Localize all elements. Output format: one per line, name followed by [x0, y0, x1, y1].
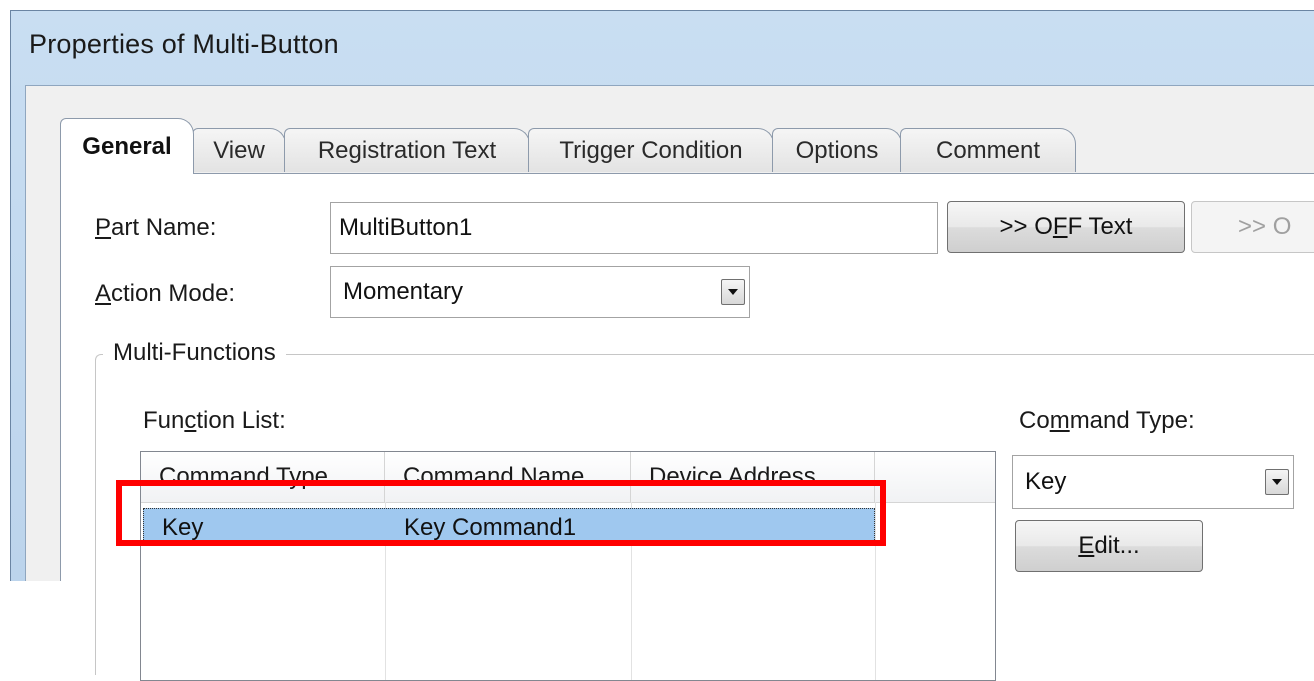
column-header-command-type[interactable]: Command Type [141, 452, 385, 502]
table-row[interactable]: Key Key Command1 [143, 508, 875, 546]
function-list[interactable]: Command Type Command Name Device Address… [140, 451, 996, 681]
dialog-title: Properties of Multi-Button [29, 29, 339, 59]
chevron-down-icon [1272, 479, 1282, 485]
chevron-down-icon [728, 289, 738, 295]
general-tab-panel: Part Name: MultiButton1 >> OFF Text >> O… [60, 173, 1314, 681]
action-mode-label: Action Mode: [95, 280, 236, 307]
command-type-value: Key [1025, 468, 1067, 495]
tab-view[interactable]: View [192, 128, 286, 172]
tab-registration-text[interactable]: Registration Text [284, 128, 530, 172]
part-name-label: Part Name: [95, 214, 217, 241]
cell-command-type: Key [162, 514, 204, 541]
action-mode-value: Momentary [343, 278, 464, 305]
properties-dialog: Properties of Multi-Button General View … [10, 10, 1314, 681]
action-mode-dropdown[interactable]: Momentary [330, 266, 750, 318]
dialog-client-area: General View Registration Text Trigger C… [25, 85, 1314, 681]
command-type-dropdown[interactable]: Key [1012, 455, 1294, 509]
tab-trigger-condition[interactable]: Trigger Condition [528, 128, 774, 172]
function-list-header: Command Type Command Name Device Address [141, 452, 995, 503]
command-type-label: Command Type: [1019, 407, 1195, 434]
column-header-device-address[interactable]: Device Address [631, 452, 875, 502]
column-header-command-name[interactable]: Command Name [385, 452, 631, 502]
tab-comment[interactable]: Comment [900, 128, 1076, 172]
cell-command-name: Key Command1 [404, 514, 577, 541]
tab-general[interactable]: General [60, 118, 194, 174]
part-name-input[interactable]: MultiButton1 [330, 202, 938, 254]
tab-bar: General View Registration Text Trigger C… [60, 118, 1314, 174]
function-list-label: Function List: [143, 407, 286, 434]
edit-button[interactable]: Edit... [1015, 520, 1203, 572]
off-text-button[interactable]: >> OFF Text [947, 201, 1185, 253]
dropdown-arrow-button[interactable] [1265, 469, 1289, 495]
on-text-button[interactable]: >> O [1191, 201, 1314, 253]
tab-options[interactable]: Options [772, 128, 902, 172]
cell-device-address [632, 509, 876, 547]
multi-functions-group-title: Multi-Functions [103, 339, 286, 367]
dropdown-arrow-button[interactable] [721, 279, 745, 305]
